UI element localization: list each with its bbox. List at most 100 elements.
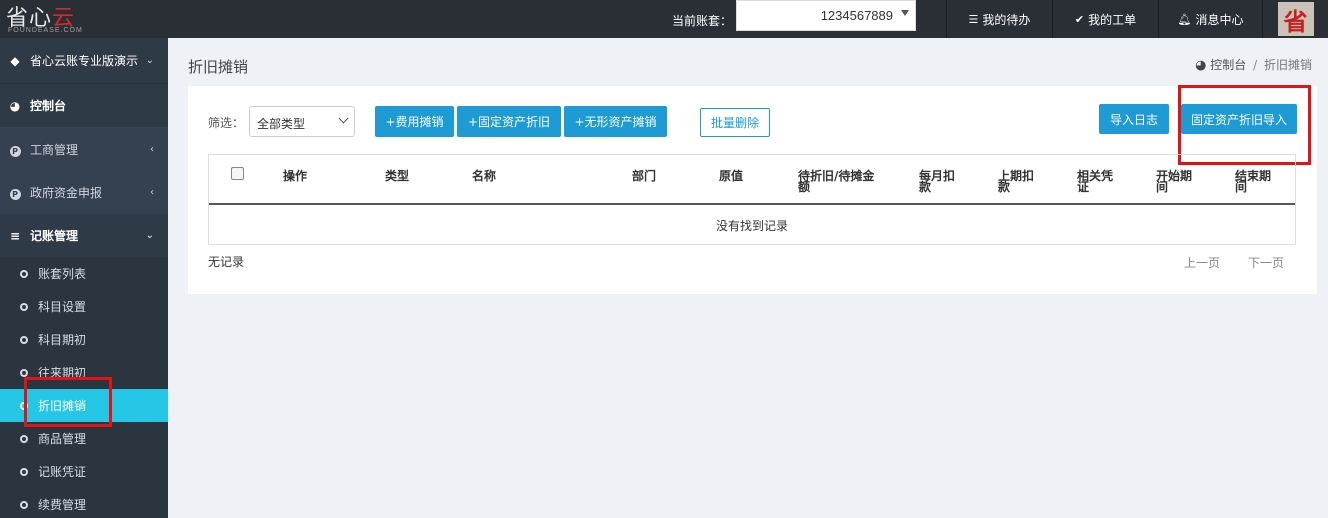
col-name: 名称 xyxy=(472,169,497,183)
sidebar-item-business[interactable]: P 工商管理 ‹ xyxy=(0,128,168,171)
col-type: 类型 xyxy=(385,169,410,183)
nav-message-center[interactable]: 🔔︎ 消息中心 xyxy=(1158,0,1262,38)
col-related-voucher: 相关凭证 xyxy=(1077,170,1113,194)
select-all-checkbox[interactable] xyxy=(231,167,244,180)
next-page-button[interactable]: 下一页 xyxy=(1248,254,1284,271)
sidebar-sub-label: 科目期初 xyxy=(38,333,87,347)
dashboard-icon: ◕ xyxy=(9,98,21,113)
sidebar-sub-subject-settings[interactable]: 科目设置 xyxy=(0,290,168,323)
add-fee-amortization-button[interactable]: +费用摊销 xyxy=(375,106,454,137)
account-select[interactable]: 1234567889 xyxy=(736,0,916,31)
highlight-box-import xyxy=(1178,85,1311,165)
type-filter-value: 全部类型 xyxy=(257,117,306,131)
breadcrumb: ◕ 控制台 / 折旧摊销 xyxy=(1195,56,1312,73)
user-avatar-menu[interactable]: 省 xyxy=(1262,0,1328,38)
col-original-value: 原值 xyxy=(719,169,744,183)
nav-my-todo[interactable]: ☰ 我的待办 xyxy=(946,0,1052,38)
caret-down-icon xyxy=(901,10,909,16)
check-circle-icon: ✔ xyxy=(1074,12,1085,26)
p-icon: P xyxy=(9,188,21,200)
col-pending-amount: 待折旧/待摊金额 xyxy=(798,170,874,194)
sidebar-item-label: 工商管理 xyxy=(30,143,79,157)
logo[interactable]: 省心云账 FOUNDEASE.COM xyxy=(4,0,84,63)
breadcrumb-home[interactable]: 控制台 xyxy=(1210,58,1246,72)
circle-icon xyxy=(20,302,28,311)
sidebar-company-switch[interactable]: ◆ 省心云账专业版演示 ⌄ xyxy=(0,38,168,84)
sidebar-sub-label: 记账凭证 xyxy=(38,465,87,479)
import-log-button[interactable]: 导入日志 xyxy=(1099,104,1169,134)
sidebar-sub-label: 科目设置 xyxy=(38,300,87,314)
p-icon-wrap: P xyxy=(0,143,26,157)
main-panel: 筛选： 全部类型 +费用摊销 +固定资产折旧 +无形资产摊销 批量删除 导入日志… xyxy=(188,85,1317,294)
bell-icon: 🔔︎ xyxy=(1177,12,1192,26)
breadcrumb-current: 折旧摊销 xyxy=(1263,58,1312,72)
record-count-text: 无记录 xyxy=(208,255,245,269)
sidebar-sub-label: 续费管理 xyxy=(38,498,87,512)
col-voucher-line2: 证 xyxy=(1077,180,1090,194)
nav-my-orders[interactable]: ✔ 我的工单 xyxy=(1052,0,1158,38)
col-start-period: 开始期间 xyxy=(1156,170,1192,194)
dashboard-icon: ◕ xyxy=(1195,58,1207,73)
nav-msg-label: 消息中心 xyxy=(1195,12,1244,27)
circle-icon xyxy=(20,434,28,443)
nav-order-label: 我的工单 xyxy=(1088,12,1137,27)
sidebar-item-label: 记账管理 xyxy=(30,229,79,243)
col-last-deduction: 上期扣款 xyxy=(998,170,1034,194)
sidebar-sub-label: 商品管理 xyxy=(38,432,87,446)
col-department: 部门 xyxy=(632,169,657,183)
prev-page-button[interactable]: 上一页 xyxy=(1184,254,1220,271)
circle-icon xyxy=(20,335,28,344)
chevron-left-icon: ‹ xyxy=(150,144,154,155)
account-value: 1234567889 xyxy=(820,8,893,23)
nav-todo-label: 我的待办 xyxy=(982,12,1031,27)
circle-icon xyxy=(20,500,28,509)
breadcrumb-separator: / xyxy=(1253,58,1258,72)
depreciation-table: 操作 类型 名称 部门 原值 待折旧/待摊金额 每月扣款 上期扣款 相关凭证 开… xyxy=(208,154,1296,245)
col-operation: 操作 xyxy=(283,169,308,183)
circle-icon xyxy=(20,467,28,476)
col-pending-line2: 额 xyxy=(798,180,811,194)
col-last-line2: 款 xyxy=(998,180,1011,194)
circle-icon xyxy=(20,368,28,377)
list-icon: ☰ xyxy=(968,12,979,26)
sidebar-item-dashboard[interactable]: ◕ 控制台 xyxy=(0,84,168,127)
batch-delete-button[interactable]: 批量删除 xyxy=(700,108,770,137)
sidebar-sub-subject-opening[interactable]: 科目期初 xyxy=(0,323,168,356)
sidebar-item-label: 控制台 xyxy=(30,99,67,113)
circle-icon xyxy=(20,269,28,278)
chevron-left-icon: ‹ xyxy=(150,187,154,198)
chevron-down-icon: ⌄ xyxy=(145,230,154,241)
account-label: 当前账套： xyxy=(672,14,733,28)
logo-subtext: FOUNDEASE.COM xyxy=(8,27,83,34)
col-monthly-deduction: 每月扣款 xyxy=(919,170,955,194)
sidebar: ◆ 省心云账专业版演示 ⌄ ◕ 控制台 P 工商管理 ‹ P 政府资金申报 ‹ … xyxy=(0,38,168,518)
col-monthly-line2: 款 xyxy=(919,180,932,194)
p-icon-wrap: P xyxy=(0,186,26,200)
filter-label: 筛选： xyxy=(208,116,245,130)
sidebar-company-label: 省心云账专业版演示 xyxy=(30,54,139,68)
col-start-line2: 间 xyxy=(1156,180,1169,194)
type-filter-select[interactable]: 全部类型 xyxy=(249,106,355,137)
p-icon: P xyxy=(9,145,21,157)
sidebar-sub-vouchers[interactable]: 记账凭证 xyxy=(0,455,168,488)
sidebar-sub-account-list[interactable]: 账套列表 xyxy=(0,257,168,290)
col-end-period: 结束期间 xyxy=(1235,170,1271,194)
add-fixed-asset-depreciation-button[interactable]: +固定资产折旧 xyxy=(457,106,561,137)
sidebar-item-bookkeeping[interactable]: ≡ 记账管理 ⌄ xyxy=(0,214,168,257)
menu-icon: ≡ xyxy=(9,228,21,243)
sidebar-sub-renewal[interactable]: 续费管理 xyxy=(0,488,168,518)
diamond-icon: ◆ xyxy=(10,53,20,68)
sidebar-item-gov-funding[interactable]: P 政府资金申报 ‹ xyxy=(0,171,168,214)
add-intangible-amortization-button[interactable]: +无形资产摊销 xyxy=(564,106,667,137)
top-bar: 省心云账 FOUNDEASE.COM 当前账套： 1234567889 ☰我的待… xyxy=(0,0,1328,63)
page-title: 折旧摊销 xyxy=(188,58,249,76)
col-end-line2: 间 xyxy=(1235,180,1248,194)
chevron-down-icon xyxy=(338,113,349,124)
chevron-down-icon: ⌄ xyxy=(145,55,154,66)
sidebar-item-label: 政府资金申报 xyxy=(30,186,103,200)
sidebar-sub-label: 账套列表 xyxy=(38,267,87,281)
table-empty-row: 没有找到记录 xyxy=(715,219,788,233)
highlight-box-sidebar xyxy=(24,377,112,427)
avatar: 省 xyxy=(1277,2,1314,36)
table-header: 操作 类型 名称 部门 原值 待折旧/待摊金额 每月扣款 上期扣款 相关凭证 开… xyxy=(209,155,1295,205)
